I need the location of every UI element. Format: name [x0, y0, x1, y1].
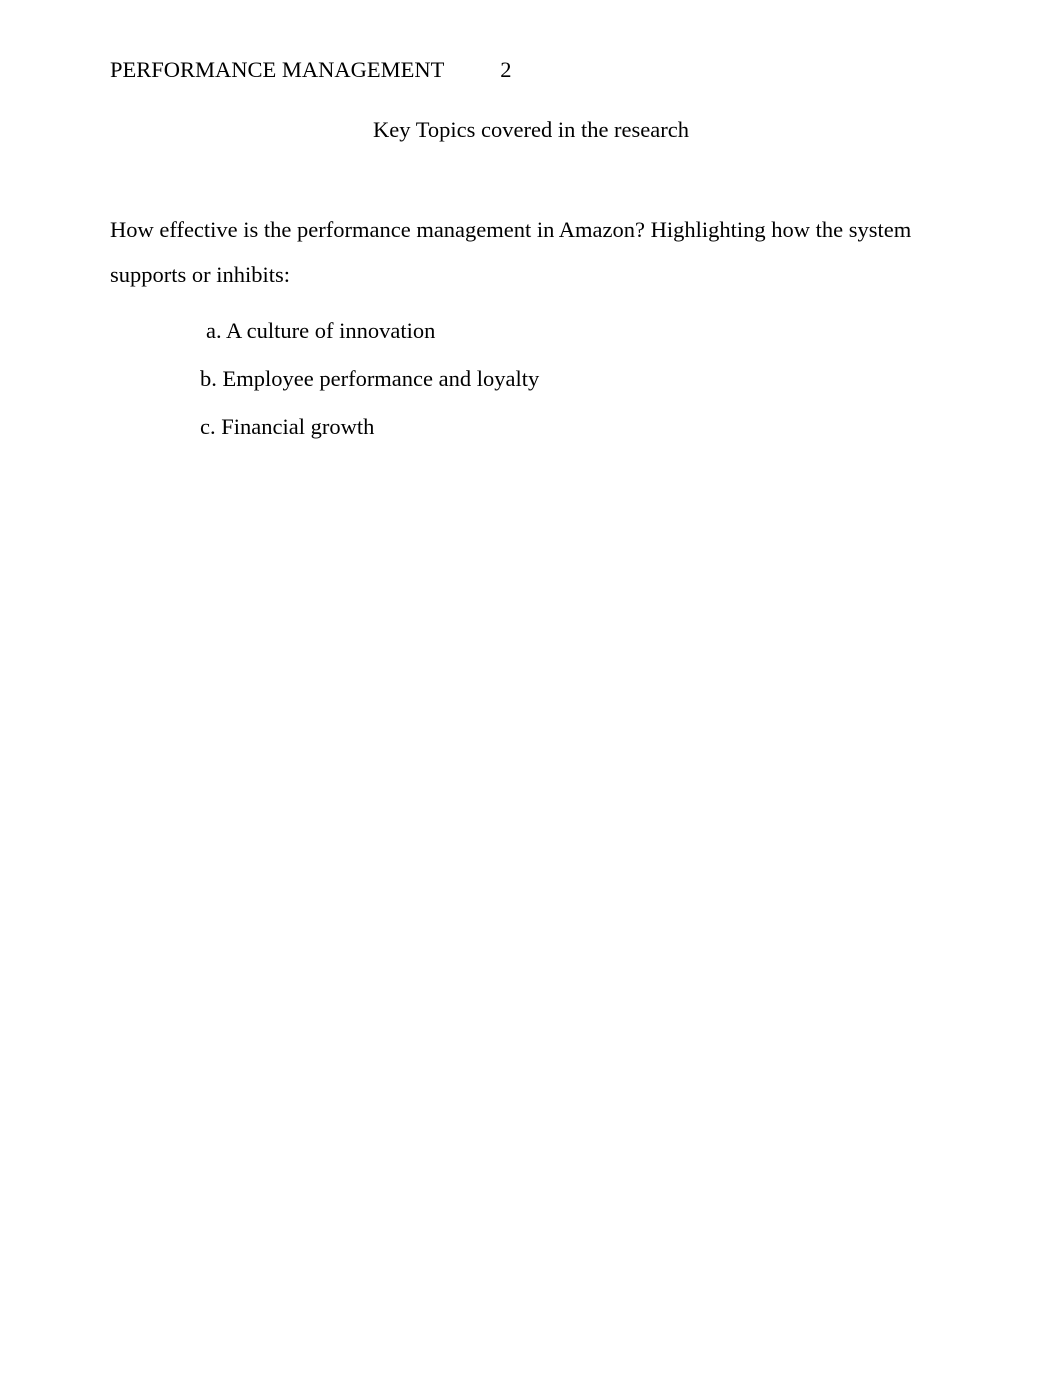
list-item-a: a. A culture of innovation [110, 317, 952, 345]
body-line-1: How effective is the performance managem… [110, 207, 952, 252]
page-header: PERFORMANCE MANAGEMENT 2 [110, 56, 952, 83]
running-head: PERFORMANCE MANAGEMENT [110, 57, 444, 82]
body-paragraph: How effective is the performance managem… [110, 207, 952, 441]
list-item-b: b. Employee performance and loyalty [110, 365, 952, 393]
document-page: PERFORMANCE MANAGEMENT 2 Key Topics cove… [0, 0, 1062, 1376]
list-item-c: c. Financial growth [110, 413, 952, 441]
body-line-2: supports or inhibits: [110, 252, 952, 297]
section-title: Key Topics covered in the research [110, 117, 952, 143]
topic-list: a. A culture of innovation b. Employee p… [110, 317, 952, 441]
page-number: 2 [500, 57, 511, 82]
